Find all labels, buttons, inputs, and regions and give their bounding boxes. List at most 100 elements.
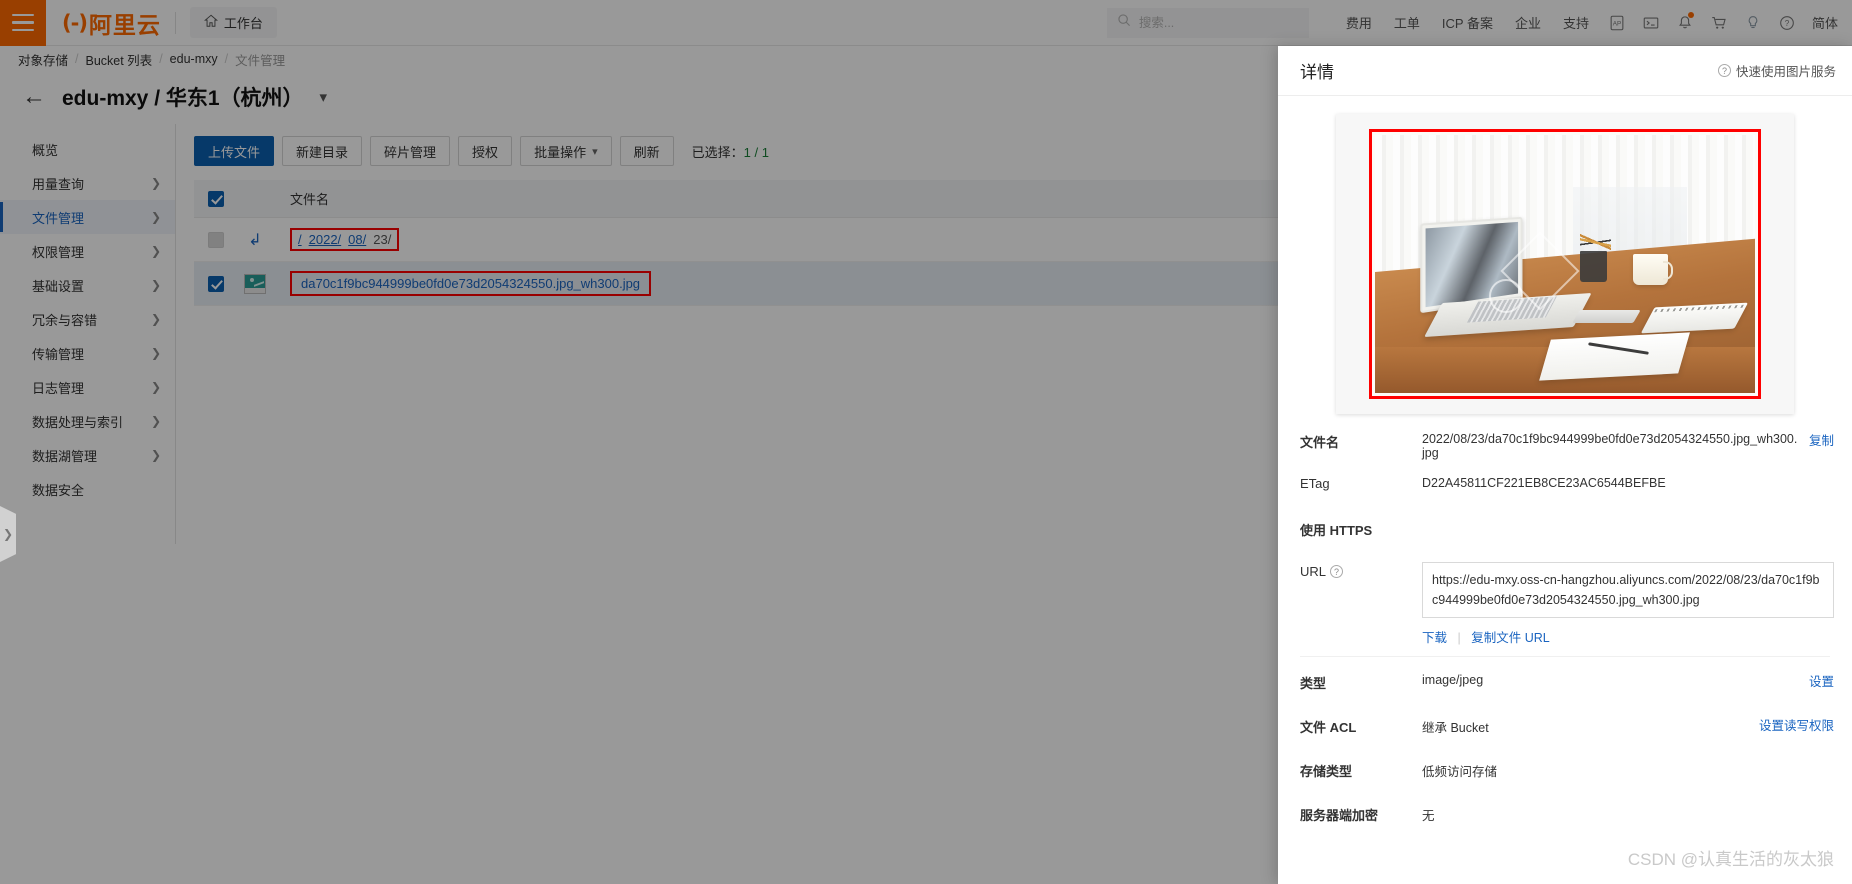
search-icon	[1117, 13, 1131, 32]
selected-count-info: 已选择：1 / 1	[692, 142, 769, 161]
cart-icon[interactable]	[1702, 8, 1736, 38]
sidebar-item-label: 日志管理	[32, 380, 85, 396]
arrow-left-icon[interactable]: ←	[22, 85, 46, 109]
preview-card	[1336, 114, 1794, 414]
authorize-button[interactable]: 授权	[458, 136, 513, 166]
field-type: 类型 image/jpeg 设置	[1278, 671, 1852, 705]
language-switcher[interactable]: 简体	[1804, 13, 1846, 32]
nav-link-enterprise[interactable]: 企业	[1504, 13, 1552, 32]
select-all-checkbox[interactable]	[208, 190, 224, 207]
brand-logo[interactable]: (-) 阿里云	[62, 6, 161, 40]
chevron-right-icon: ❯	[150, 210, 161, 224]
search-input[interactable]	[1138, 15, 1299, 30]
url-value-box[interactable]: https://edu-mxy.oss-cn-hangzhou.aliyuncs…	[1422, 562, 1834, 618]
terminal-icon[interactable]	[1634, 8, 1668, 38]
sidebar-item-overview[interactable]: 概览	[0, 132, 175, 166]
sidebar-item-basic-settings[interactable]: 基础设置 ❯	[0, 268, 175, 302]
app-window-icon[interactable]: AP	[1600, 8, 1634, 38]
copy-filename-link[interactable]: 复制	[1809, 430, 1834, 449]
question-circle-icon[interactable]: ?	[1770, 8, 1804, 38]
row-checkbox[interactable]	[208, 275, 224, 292]
file-preview-image[interactable]	[1369, 129, 1761, 399]
sidebar-item-label: 用量查询	[32, 176, 85, 192]
path-link-08[interactable]: 08/	[348, 232, 366, 247]
parent-dir-icon-cell: ↲	[234, 230, 276, 250]
set-type-link[interactable]: 设置	[1809, 671, 1834, 690]
breadcrumb-item-bucket[interactable]: edu-mxy	[170, 52, 218, 66]
breadcrumb-item-oss[interactable]: 对象存储	[18, 50, 68, 69]
sidebar-item-log-management[interactable]: 日志管理 ❯	[0, 370, 175, 404]
arrow-return-icon[interactable]: ↲	[248, 230, 261, 250]
field-server-side-encryption: 服务器端加密 无	[1278, 803, 1852, 837]
global-search-box[interactable]	[1106, 7, 1309, 38]
field-label-file-acl: 文件 ACL	[1300, 720, 1357, 735]
field-filename: 文件名 2022/08/23/da70c1f9bc944999be0fd0e73…	[1278, 430, 1852, 464]
sidebar-item-data-lake-management[interactable]: 数据湖管理 ❯	[0, 438, 175, 472]
nav-link-icp[interactable]: ICP 备案	[1431, 13, 1504, 32]
set-acl-link[interactable]: 设置读写权限	[1759, 715, 1834, 734]
field-value-use-https	[1402, 518, 1834, 540]
refresh-button[interactable]: 刷新	[619, 136, 674, 166]
hamburger-menu-icon[interactable]	[0, 0, 46, 46]
bell-icon[interactable]	[1668, 8, 1702, 38]
path-link-2022[interactable]: 2022/	[309, 232, 342, 247]
chevron-right-icon: ❯	[150, 244, 161, 258]
sidebar-item-data-processing-index[interactable]: 数据处理与索引 ❯	[0, 404, 175, 438]
path-current-23: 23/	[373, 232, 392, 247]
question-circle-icon[interactable]: ?	[1330, 565, 1344, 578]
row-checkbox-cell	[194, 231, 234, 248]
sidebar-item-file-management[interactable]: 文件管理 ❯	[0, 200, 175, 234]
breadcrumb-item-bucket-list[interactable]: Bucket 列表	[86, 50, 153, 69]
chevron-right-icon: ❯	[150, 380, 161, 394]
chevron-down-icon[interactable]: ▾	[320, 88, 328, 106]
sidebar-item-label: 冗余与容错	[32, 312, 98, 328]
home-icon	[203, 14, 218, 31]
lightbulb-icon[interactable]	[1736, 8, 1770, 38]
nav-link-support[interactable]: 支持	[1552, 13, 1600, 32]
nav-link-tickets[interactable]: 工单	[1383, 13, 1431, 32]
sidebar-nav: 概览 用量查询 ❯ 文件管理 ❯ 权限管理 ❯ 基础设置 ❯ 冗余与容错 ❯ 传…	[0, 124, 176, 544]
sidebar-item-redundancy-fault-tolerance[interactable]: 冗余与容错 ❯	[0, 302, 175, 336]
row-checkbox[interactable]	[208, 231, 224, 248]
sidebar-collapse-handle[interactable]: ❯	[0, 506, 16, 562]
field-storage-type: 存储类型 低频访问存储	[1278, 759, 1852, 793]
batch-operation-button[interactable]: 批量操作 ▾	[520, 136, 612, 166]
drawer-header: 详情 ? 快速使用图片服务	[1278, 46, 1852, 96]
field-label-storage-type: 存储类型	[1300, 764, 1353, 779]
upload-file-button[interactable]: 上传文件	[194, 136, 275, 166]
fragment-management-button[interactable]: 碎片管理	[370, 136, 451, 166]
sidebar-item-permission-management[interactable]: 权限管理 ❯	[0, 234, 175, 268]
section-divider	[1300, 656, 1830, 657]
new-directory-button[interactable]: 新建目录	[282, 136, 363, 166]
image-service-help-link[interactable]: ? 快速使用图片服务	[1717, 61, 1836, 80]
aliyun-mark-icon: (-)	[62, 10, 88, 35]
chevron-right-icon: ❯	[150, 448, 161, 462]
chevron-right-icon: ❯	[150, 414, 161, 428]
workbench-button[interactable]: 工作台	[189, 7, 277, 38]
download-link[interactable]: 下载	[1422, 631, 1447, 645]
image-service-help-label: 快速使用图片服务	[1735, 65, 1836, 79]
sidebar-item-label: 基础设置	[32, 278, 85, 294]
image-thumbnail-icon	[244, 273, 266, 294]
url-action-links: 下载 | 复制文件 URL	[1422, 627, 1834, 646]
file-name-highlight[interactable]: da70c1f9bc944999be0fd0e73d2054324550.jpg…	[290, 271, 652, 296]
nav-divider	[174, 11, 176, 34]
path-link-root[interactable]: /	[298, 232, 302, 247]
top-nav-right-group: 费用 工单 ICP 备案 企业 支持 AP ?	[1106, 7, 1852, 38]
selected-count-value: 1 / 1	[743, 144, 769, 160]
selected-prefix-label: 已选择：	[691, 144, 744, 160]
field-value-storage-type: 低频访问存储	[1422, 765, 1498, 779]
aliyun-brand-text: 阿里云	[88, 11, 161, 38]
sidebar-item-usage-query[interactable]: 用量查询 ❯	[0, 166, 175, 200]
nav-link-fees[interactable]: 费用	[1335, 13, 1383, 32]
row-checkbox-cell	[194, 275, 234, 292]
link-divider: |	[1457, 631, 1461, 645]
copy-file-url-link[interactable]: 复制文件 URL	[1471, 631, 1549, 645]
sidebar-item-data-security[interactable]: 数据安全	[0, 472, 175, 506]
sidebar-item-label: 数据安全	[32, 482, 85, 498]
sidebar-item-label: 传输管理	[32, 346, 85, 362]
sidebar-item-transfer-management[interactable]: 传输管理 ❯	[0, 336, 175, 370]
field-value-type: image/jpeg	[1422, 673, 1484, 687]
detail-fields: 文件名 2022/08/23/da70c1f9bc944999be0fd0e73…	[1278, 414, 1852, 837]
batch-operation-label: 批量操作	[534, 144, 587, 160]
